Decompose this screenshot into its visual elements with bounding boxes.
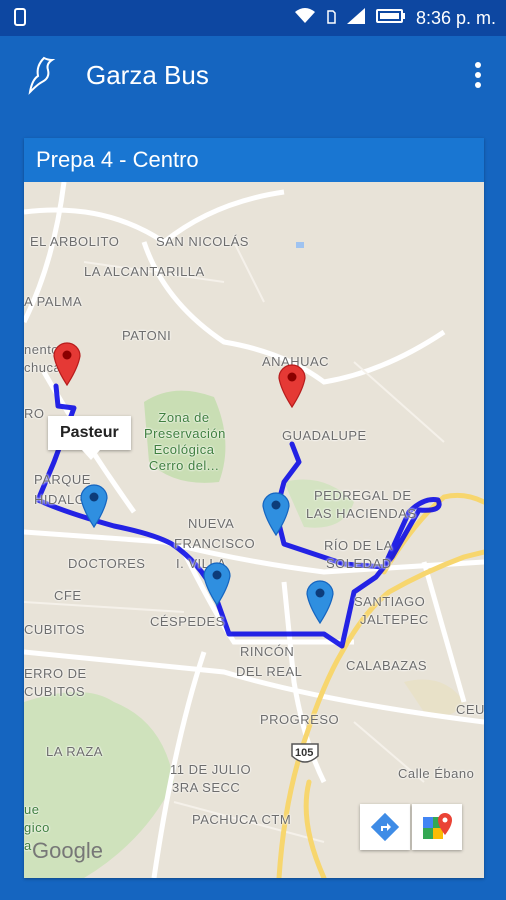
map-label: GUADALUPE xyxy=(282,428,367,443)
map-label: SAN NICOLÁS xyxy=(156,234,249,249)
park-line: Ecológica xyxy=(153,442,215,457)
sim-icon xyxy=(326,8,336,29)
google-attribution: Google xyxy=(32,838,103,863)
park-line: Cerro del... xyxy=(148,458,220,473)
park-line: Preservación xyxy=(144,426,226,441)
map-label: CEU xyxy=(456,702,484,717)
map-label: PEDREGAL DE xyxy=(314,488,412,503)
map-label: DOCTORES xyxy=(68,556,146,571)
map-label-park: Zona de Preservación Ecológica Cerro del… xyxy=(144,410,226,474)
more-vert-icon[interactable] xyxy=(474,62,482,90)
app-title: Garza Bus xyxy=(86,60,209,90)
map-label: NUEVA xyxy=(188,516,235,531)
map-label: JALTEPEC xyxy=(360,612,429,627)
directions-icon[interactable] xyxy=(360,804,410,850)
map-label: 3RA SECC xyxy=(172,780,241,795)
signal-icon xyxy=(346,7,366,30)
map-label: PACHUCA CTM xyxy=(192,812,292,827)
route-card: Prepa 4 - Centro EL ARBOLITO SAN NICOLÁS… xyxy=(24,138,484,878)
red-marker-icon[interactable] xyxy=(52,340,82,387)
app-bar: Garza Bus xyxy=(0,36,506,116)
google-maps-icon[interactable] xyxy=(412,804,462,850)
map-label: A PALMA xyxy=(24,294,83,309)
highway-number: 105 xyxy=(295,747,314,759)
map-label: RINCÓN xyxy=(240,644,295,659)
highway-shield: 105 xyxy=(290,742,320,771)
blue-marker-icon[interactable] xyxy=(305,578,335,625)
map-label: PATONI xyxy=(122,328,172,343)
map-label: CÉSPEDES xyxy=(150,614,225,629)
map-label: PROGRESO xyxy=(260,712,340,727)
blue-marker-icon[interactable] xyxy=(79,482,109,529)
red-marker-icon[interactable] xyxy=(277,362,307,409)
route-map[interactable]: EL ARBOLITO SAN NICOLÁS LA ALCANTARILLA … xyxy=(24,182,484,878)
map-label: CFE xyxy=(54,588,82,603)
map-label: 11 DE JULIO xyxy=(170,762,252,777)
battery-icon xyxy=(375,8,406,29)
blue-marker-icon[interactable] xyxy=(261,490,291,537)
map-label: ue xyxy=(24,802,40,817)
status-time: 8:36 p. m. xyxy=(415,8,496,28)
map-label: a xyxy=(24,838,32,853)
map-label: LA ALCANTARILLA xyxy=(84,264,205,279)
map-label: RO xyxy=(24,406,45,421)
map-label: LA RAZA xyxy=(46,744,103,759)
route-title: Prepa 4 - Centro xyxy=(24,138,484,182)
map-label: SANTIAGO xyxy=(354,594,426,609)
park-line: Zona de xyxy=(158,410,210,425)
map-label: CALABAZAS xyxy=(346,658,428,673)
map-label: gico xyxy=(24,820,50,835)
status-bar: 8:36 p. m. xyxy=(0,0,506,36)
map-label: LAS HACIENDAS xyxy=(306,506,417,521)
map-label: ERRO DE xyxy=(24,666,87,681)
phone-icon xyxy=(14,8,26,31)
map-label: EL ARBOLITO xyxy=(30,234,120,249)
map-label: RÍO DE LA xyxy=(324,538,393,553)
map-label: CUBITOS xyxy=(24,622,86,637)
marker-info-window[interactable]: Pasteur xyxy=(48,416,131,460)
map-label: CUBITOS xyxy=(24,684,86,699)
blue-marker-icon[interactable] xyxy=(202,560,232,607)
map-label: DEL REAL xyxy=(236,664,303,679)
wifi-icon xyxy=(294,7,316,30)
map-label: SOLEDAD xyxy=(326,556,392,571)
map-label: Calle Ébano xyxy=(398,766,475,781)
map-label: FRANCISCO xyxy=(174,536,256,551)
garza-bird-icon xyxy=(26,56,56,96)
